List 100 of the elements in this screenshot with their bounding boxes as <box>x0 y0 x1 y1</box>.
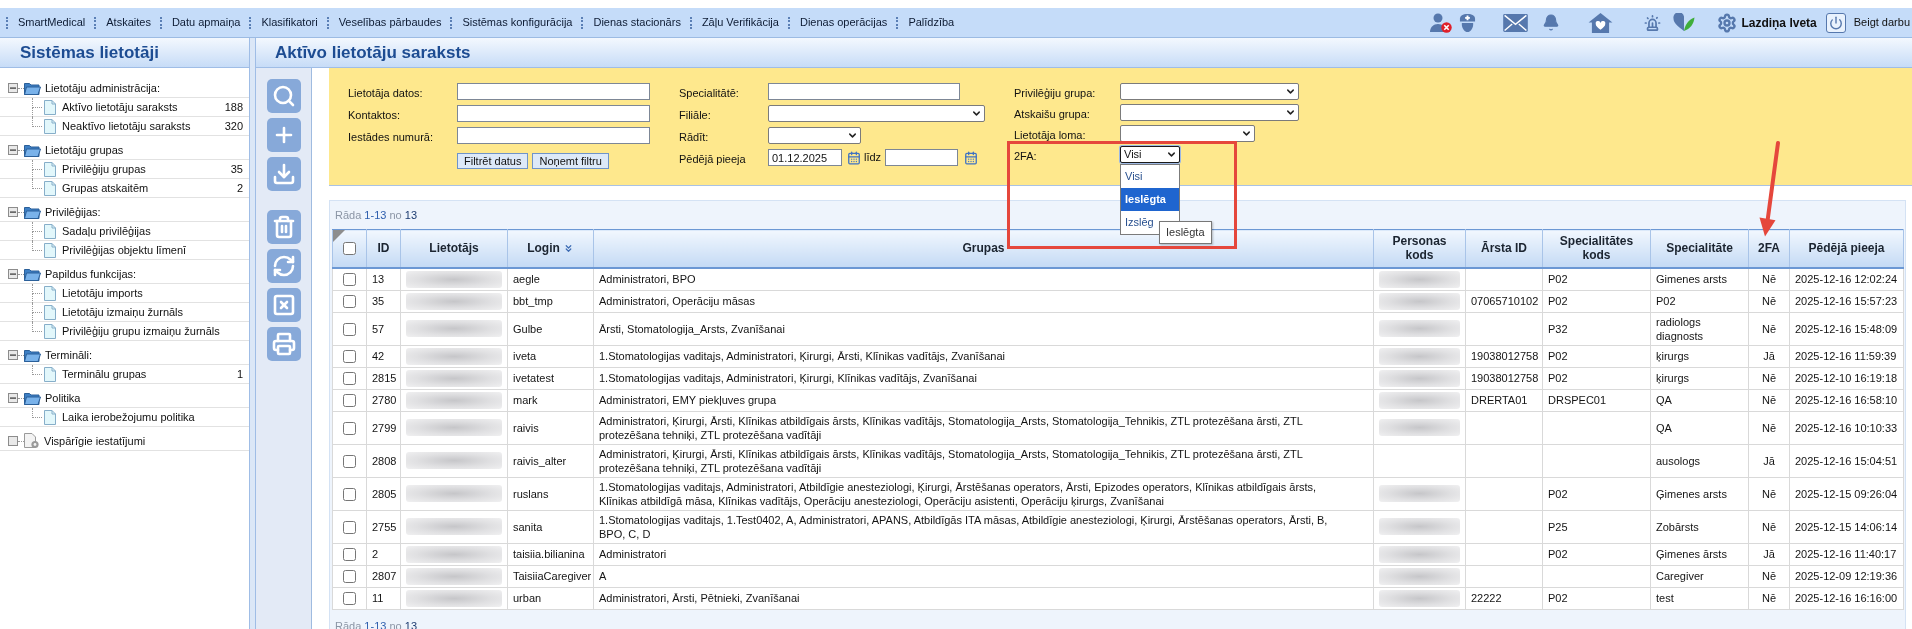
tree-item[interactable]: Privilēģijas: <box>45 203 101 221</box>
filter-button[interactable]: Filtrēt datus <box>457 153 529 169</box>
column-header[interactable]: Pēdējā pieeja <box>1789 229 1904 268</box>
tree-item[interactable]: Politika <box>45 389 81 407</box>
mail-icon[interactable] <box>1503 13 1529 32</box>
user-blocked-icon[interactable] <box>1430 12 1453 33</box>
dropdown-field[interactable] <box>1120 104 1299 121</box>
row-checkbox[interactable] <box>343 548 356 562</box>
row-checkbox[interactable] <box>343 322 356 336</box>
expand-box-icon[interactable] <box>8 436 18 446</box>
collapse-icon[interactable] <box>8 83 18 93</box>
column-header[interactable]: Specialitāte <box>1650 229 1749 268</box>
nurse-icon[interactable] <box>1459 13 1477 32</box>
menu-item[interactable]: Atskaites <box>96 14 160 31</box>
column-header[interactable]: 2FA <box>1748 229 1790 268</box>
collapse-icon[interactable] <box>8 269 18 279</box>
siren-icon[interactable] <box>1644 13 1662 32</box>
collapse-icon[interactable] <box>8 393 18 403</box>
tree-item[interactable]: Lietotāju administrācija: <box>45 79 160 97</box>
menu-item[interactable]: Zāļu Verifikācija <box>691 14 788 31</box>
dropdown-field[interactable] <box>1120 83 1299 100</box>
filter-button[interactable]: Noņemt filtru <box>532 153 609 169</box>
tree-item[interactable]: Aktīvo lietotāju saraksts <box>62 98 178 116</box>
tree-item[interactable]: Lietotāju izmaiņu žurnāls <box>62 303 184 321</box>
row-checkbox[interactable] <box>343 394 356 408</box>
collapse-icon[interactable] <box>8 350 18 360</box>
chevron-down-icon[interactable] <box>847 130 858 141</box>
column-header[interactable]: Lietotājs <box>400 229 508 268</box>
chevron-down-icon[interactable] <box>1241 128 1252 139</box>
menu-item[interactable]: SmartMedical <box>8 14 95 31</box>
column-header[interactable]: Specialitātes kods <box>1542 229 1651 268</box>
heart-leaf-icon[interactable] <box>1673 13 1696 32</box>
dropdown-field[interactable] <box>768 127 861 144</box>
row-checkbox[interactable] <box>343 350 356 364</box>
text-field[interactable] <box>457 127 650 144</box>
menu-item[interactable]: Veselības pārbaudes <box>328 14 451 31</box>
tree-item[interactable]: Privilēģiju grupu izmaiņu žurnāls <box>62 322 220 340</box>
row-checkbox[interactable] <box>343 421 356 435</box>
tree-item[interactable]: Privilēģijas objektu līmenī <box>62 241 187 259</box>
tree-item[interactable]: Privilēģiju grupas <box>62 160 146 178</box>
dropdown-option[interactable]: Ieslēgta <box>1121 188 1179 211</box>
menu-item[interactable]: Dienas operācijas <box>789 14 897 31</box>
column-header[interactable]: Login <box>507 229 594 268</box>
row-checkbox[interactable] <box>343 454 356 468</box>
tree-item[interactable]: Vispārīgie iestatījumi <box>44 432 146 450</box>
tree-item[interactable]: Grupas atskaitēm <box>62 179 149 197</box>
dropdown-field[interactable] <box>768 105 985 122</box>
menu-item[interactable]: Klasifikatori <box>251 14 327 31</box>
tree-item[interactable]: Termināli: <box>45 346 93 364</box>
chevron-down-icon[interactable] <box>1285 107 1296 118</box>
table-cell: 13 <box>366 267 401 290</box>
field-label: Filiāle: <box>679 108 711 121</box>
table-cell: taisiia.bilianina <box>507 543 594 565</box>
folder-icon <box>24 81 41 95</box>
row-checkbox[interactable] <box>343 520 356 534</box>
column-header[interactable]: Personas kods <box>1373 229 1466 268</box>
row-checkbox[interactable] <box>343 487 356 501</box>
menu-item[interactable]: Sistēmas konfigurācija <box>452 14 582 31</box>
column-header[interactable]: ID <box>366 229 401 268</box>
select-all-checkbox[interactable] <box>343 242 356 256</box>
logout-link[interactable]: Beigt darbu <box>1853 14 1910 31</box>
row-checkbox[interactable] <box>343 372 356 386</box>
collapse-icon[interactable] <box>8 207 18 217</box>
row-checkbox[interactable] <box>343 273 356 287</box>
calendar-icon[interactable] <box>964 150 979 165</box>
text-field[interactable] <box>457 105 650 122</box>
chevron-down-icon[interactable] <box>1285 86 1296 97</box>
table-cell: urban <box>507 587 594 609</box>
tree-item[interactable]: Terminālu grupas <box>62 365 147 383</box>
row-checkbox[interactable] <box>343 295 356 309</box>
table-cell: Jā <box>1748 444 1790 477</box>
pagination-info: Rāda 1-13 no 13 <box>335 207 417 223</box>
date-field[interactable] <box>885 149 959 166</box>
text-field[interactable] <box>768 83 960 100</box>
calendar-icon[interactable] <box>847 150 861 165</box>
tree-item[interactable]: Lietotāju grupas <box>45 141 124 159</box>
chevron-down-icon[interactable] <box>971 108 982 119</box>
row-checkbox[interactable] <box>343 570 356 584</box>
settings-icon[interactable] <box>1717 12 1738 33</box>
menu-item[interactable]: Dienas stacionārs <box>583 14 690 31</box>
collapse-icon[interactable] <box>8 145 18 155</box>
bell-icon[interactable] <box>1542 13 1561 32</box>
tree-item[interactable]: Neaktīvo lietotāju saraksts <box>62 117 191 135</box>
house-heart-icon[interactable] <box>1588 12 1614 33</box>
row-checkbox[interactable] <box>343 592 356 606</box>
column-header[interactable]: Ārsta ID <box>1465 229 1543 268</box>
tree-item[interactable]: Laika ierobežojumu politika <box>62 408 195 426</box>
dropdown-field[interactable] <box>1120 125 1255 142</box>
chevron-down-icon[interactable] <box>1166 149 1177 160</box>
dropdown-field[interactable]: Visi <box>1120 146 1180 163</box>
tree-item[interactable]: Sadaļu privilēģijas <box>62 222 151 240</box>
tree-item[interactable]: Papildus funkcijas: <box>45 265 137 283</box>
menu-item[interactable]: Datu apmaiņa <box>161 14 250 31</box>
page-icon <box>44 366 56 382</box>
date-field[interactable]: 01.12.2025 <box>768 149 842 166</box>
tree-item[interactable]: Lietotāju imports <box>62 284 143 302</box>
table-cell: 2799 <box>366 411 401 444</box>
menu-item[interactable]: Palīdzība <box>898 14 964 31</box>
text-field[interactable] <box>457 83 650 100</box>
field-label: Kontaktos: <box>348 108 400 121</box>
